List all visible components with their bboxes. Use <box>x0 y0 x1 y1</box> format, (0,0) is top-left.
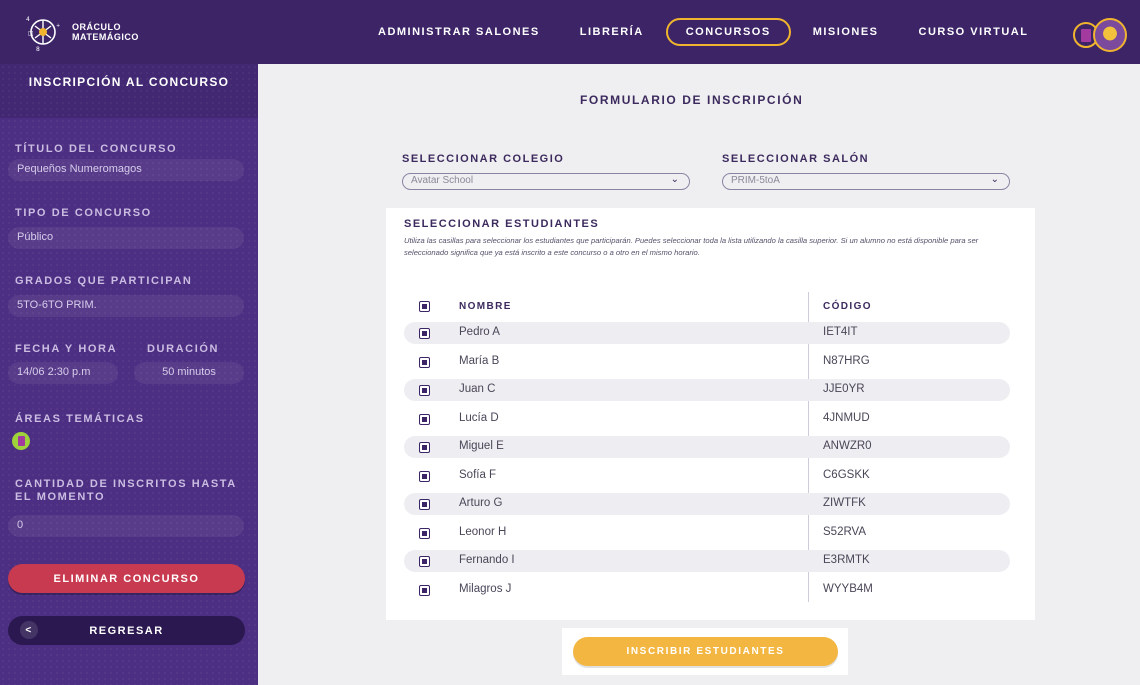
contest-sidebar: INSCRIPCIÓN AL CONCURSO TÍTULO DEL CONCU… <box>0 64 258 685</box>
student-name: Milagros J <box>459 583 512 595</box>
svg-text:□: □ <box>28 30 34 37</box>
student-code: S52RVA <box>823 526 867 538</box>
brand-line-1: ORÁCULO <box>72 22 121 32</box>
student-checkbox[interactable] <box>419 585 430 596</box>
student-checkbox[interactable] <box>419 442 430 453</box>
student-code: JJE0YR <box>823 383 865 395</box>
table-row[interactable]: Lucía D 4JNMUD <box>404 408 1010 430</box>
grades-label: GRADOS QUE PARTICIPAN <box>15 275 193 287</box>
duration-label: DURACIÓN <box>147 343 220 355</box>
student-name: Arturo G <box>459 497 503 509</box>
nav-administrar-salones[interactable]: ADMINISTRAR SALONES <box>378 19 540 45</box>
user-avatar[interactable] <box>1093 18 1127 52</box>
name-column-header: NOMBRE <box>459 301 512 312</box>
brand-line-2: MATEMÁGICO <box>72 32 139 42</box>
student-checkbox[interactable] <box>419 528 430 539</box>
table-row[interactable]: Milagros J WYYB4M <box>404 579 1010 601</box>
student-name: Fernando I <box>459 554 515 566</box>
school-select-value: Avatar School <box>411 175 474 186</box>
student-name: María B <box>459 355 500 367</box>
select-all-checkbox[interactable] <box>419 301 430 312</box>
student-code: ZIWTFK <box>823 497 866 509</box>
student-checkbox[interactable] <box>419 414 430 425</box>
room-select-value: PRIM-5toA <box>731 175 780 186</box>
datetime-value: 14/06 2:30 p.m <box>8 362 118 384</box>
brand-name: ORÁCULO MATEMÁGICO <box>72 22 139 42</box>
enroll-students-button[interactable]: INSCRIBIR ESTUDIANTES <box>573 637 838 666</box>
table-row[interactable]: Pedro A IET4IT <box>404 322 1010 344</box>
student-name: Miguel E <box>459 440 504 452</box>
student-name: Sofía F <box>459 469 497 481</box>
student-code: N87HRG <box>823 355 870 367</box>
student-code: IET4IT <box>823 326 858 338</box>
student-checkbox[interactable] <box>419 471 430 482</box>
students-title: SELECCIONAR ESTUDIANTES <box>404 218 600 230</box>
school-select[interactable]: Avatar School ⌄ <box>402 173 690 190</box>
student-name: Juan C <box>459 383 496 395</box>
chevron-left-icon: < <box>20 621 38 639</box>
duration-value: 50 minutos <box>134 362 244 384</box>
students-description: Utiliza las casillas para seleccionar lo… <box>404 236 979 257</box>
chevron-down-icon: ⌄ <box>670 174 679 185</box>
delete-contest-button[interactable]: ELIMINAR CONCURSO <box>8 564 245 593</box>
students-panel: SELECCIONAR ESTUDIANTES Utiliza las casi… <box>386 208 1035 620</box>
contest-title-value: Pequeños Numeromagos <box>8 159 244 181</box>
table-row[interactable]: Leonor H S52RVA <box>404 522 1010 544</box>
chevron-down-icon: ⌄ <box>990 174 999 185</box>
form-title: FORMULARIO DE INSCRIPCIÓN <box>580 93 804 107</box>
student-checkbox[interactable] <box>419 556 430 567</box>
back-button-label: REGRESAR <box>89 624 164 637</box>
school-select-label: SELECCIONAR COLEGIO <box>402 153 565 165</box>
enrolled-count-label-2: EL MOMENTO <box>15 491 106 503</box>
back-button[interactable]: < REGRESAR <box>8 616 245 645</box>
student-code: E3RMTK <box>823 554 870 566</box>
table-row[interactable]: Arturo G ZIWTFK <box>404 493 1010 515</box>
room-select-label: SELECCIONAR SALÓN <box>722 153 870 165</box>
datetime-label: FECHA Y HORA <box>15 343 118 355</box>
submit-area: INSCRIBIR ESTUDIANTES <box>562 628 848 675</box>
contest-title-label: TÍTULO DEL CONCURSO <box>15 143 178 155</box>
table-row[interactable]: María B N87HRG <box>404 351 1010 373</box>
areas-label: ÁREAS TEMÁTICAS <box>15 413 145 425</box>
contest-type-value: Público <box>8 227 244 249</box>
svg-text:8: 8 <box>36 46 40 53</box>
student-name: Pedro A <box>459 326 500 338</box>
area-book-icon <box>12 432 30 450</box>
nav-concursos[interactable]: CONCURSOS <box>665 18 791 46</box>
sidebar-title: INSCRIPCIÓN AL CONCURSO <box>0 64 258 118</box>
nav-libreria[interactable]: LIBRERÍA <box>580 19 644 45</box>
student-checkbox[interactable] <box>419 499 430 510</box>
table-row[interactable]: Fernando I E3RMTK <box>404 550 1010 572</box>
table-row[interactable]: Juan C JJE0YR <box>404 379 1010 401</box>
main-nav: ADMINISTRAR SALONES LIBRERÍA CONCURSOS M… <box>378 18 1068 46</box>
top-icons <box>1073 18 1127 52</box>
student-code: 4JNMUD <box>823 412 870 424</box>
enrolled-count-value: 0 <box>8 515 244 537</box>
nav-curso-virtual[interactable]: CURSO VIRTUAL <box>919 19 1029 45</box>
student-checkbox[interactable] <box>419 385 430 396</box>
student-name: Leonor H <box>459 526 507 538</box>
svg-text:+: + <box>56 23 60 29</box>
brand-logo[interactable]: 4 □ + 8 ORÁCULO MATEMÁGICO <box>22 11 139 53</box>
code-column-header: CÓDIGO <box>823 301 872 312</box>
logo-icon: 4 □ + 8 <box>22 11 64 53</box>
nav-misiones[interactable]: MISIONES <box>813 19 879 45</box>
grades-value: 5TO-6TO PRIM. <box>8 295 244 317</box>
student-code: C6GSKK <box>823 469 870 481</box>
student-code: WYYB4M <box>823 583 873 595</box>
student-checkbox[interactable] <box>419 357 430 368</box>
student-name: Lucía D <box>459 412 499 424</box>
student-code: ANWZR0 <box>823 440 872 452</box>
top-navbar: 4 □ + 8 ORÁCULO MATEMÁGICO ADMINISTRAR S… <box>0 0 1140 64</box>
room-select[interactable]: PRIM-5toA ⌄ <box>722 173 1010 190</box>
table-row[interactable]: Miguel E ANWZR0 <box>404 436 1010 458</box>
contest-type-label: TIPO DE CONCURSO <box>15 207 152 219</box>
table-row[interactable]: Sofía F C6GSKK <box>404 465 1010 487</box>
student-checkbox[interactable] <box>419 328 430 339</box>
enrolled-count-label-1: CANTIDAD DE INSCRITOS HASTA <box>15 478 237 490</box>
svg-text:4: 4 <box>26 16 30 23</box>
